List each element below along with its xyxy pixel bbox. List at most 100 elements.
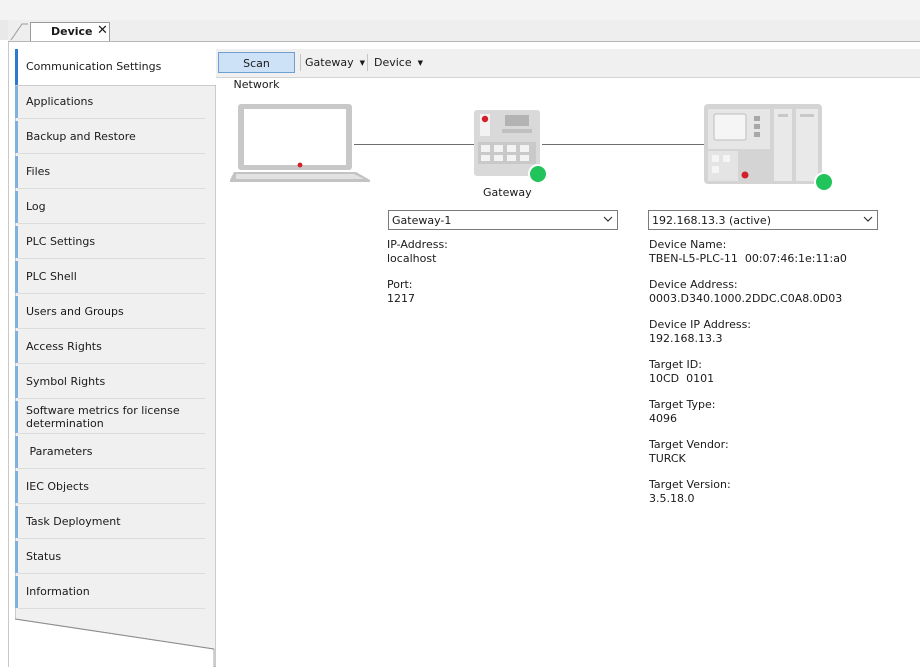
sidebar-item-separator <box>18 573 205 574</box>
caret-down-icon: ▼ <box>417 59 424 67</box>
caret-down-icon: ▼ <box>359 59 365 67</box>
sidebar-item-indicator <box>15 121 18 153</box>
sidebar-item-label: Information <box>26 585 90 598</box>
sidebar-item-indicator <box>15 86 18 118</box>
device-field-value: 4096 <box>649 412 677 425</box>
device-field-label: Target ID: <box>649 358 702 371</box>
sidebar-item-separator <box>18 363 205 364</box>
device-field-value: 10CD 0101 <box>649 372 715 385</box>
device-select-value: 192.168.13.3 (active) <box>652 214 771 227</box>
sidebar-item[interactable]: Symbol Rights <box>15 365 205 399</box>
sidebar-item[interactable]: Parameters <box>15 435 205 469</box>
sidebar-item-label: PLC Settings <box>26 235 96 248</box>
sidebar-item-label: Symbol Rights <box>26 375 106 388</box>
device-menu-button[interactable]: Device ▼ <box>374 52 423 73</box>
device-field-label: Target Vendor: <box>649 438 729 451</box>
link-line-pc-gateway <box>354 144 476 145</box>
window-top-strip <box>0 0 920 21</box>
toolbar: Scan Network Gateway ▼ Device ▼ <box>216 49 920 91</box>
gateway-ip-value: localhost <box>387 252 437 265</box>
sidebar-item-label: Task Deployment <box>26 515 121 528</box>
tab-title: Device <box>51 25 93 38</box>
sidebar-item[interactable]: Communication Settings <box>15 49 216 85</box>
tab-device[interactable]: Device ✕ <box>30 22 110 41</box>
gateway-port-label: Port: <box>387 278 413 291</box>
sidebar-item-label: Access Rights <box>26 340 102 353</box>
sidebar-item-indicator <box>15 261 18 293</box>
gateway-menu-label: Gateway <box>305 56 354 69</box>
toolbar-separator <box>367 54 368 71</box>
sidebar-item-indicator <box>15 49 18 85</box>
tab-overflow-notch <box>10 23 28 41</box>
gateway-ip-label: IP-Address: <box>387 238 448 251</box>
gateway-select-value: Gateway-1 <box>392 214 452 227</box>
sidebar-item-separator <box>18 608 205 609</box>
sidebar-item-separator <box>18 328 205 329</box>
sidebar-item-indicator <box>15 191 18 223</box>
link-line-gateway-device <box>542 144 705 145</box>
sidebar-item-separator <box>18 153 205 154</box>
toolbar-separator <box>300 54 301 71</box>
close-icon[interactable]: ✕ <box>97 24 108 38</box>
sidebar-item-indicator <box>15 506 18 538</box>
sidebar-item[interactable]: IEC Objects <box>15 470 205 504</box>
sidebar-item-label: Files <box>26 165 51 178</box>
sidebar-item[interactable]: Access Rights <box>15 330 205 364</box>
plc-device-icon <box>704 104 834 192</box>
device-field-value: 3.5.18.0 <box>649 492 695 505</box>
device-field-label: Target Type: <box>649 398 716 411</box>
sidebar-item-indicator <box>15 541 18 573</box>
chevron-down-icon <box>863 216 873 222</box>
scan-network-button[interactable]: Scan Network <box>218 52 295 91</box>
sidebar-item-label: Applications <box>26 95 94 108</box>
sidebar-item[interactable]: Files <box>15 155 205 189</box>
gateway-select[interactable]: Gateway-1 <box>388 210 618 230</box>
sidebar-item-label: Parameters <box>26 445 93 458</box>
sidebar-item-label: PLC Shell <box>26 270 77 283</box>
sidebar-item-separator <box>18 468 205 469</box>
sidebar-item[interactable]: Applications <box>15 85 205 119</box>
sidebar-item-label: Status <box>26 550 62 563</box>
sidebar-item-separator <box>18 538 205 539</box>
sidebar-item[interactable]: Status <box>15 540 205 574</box>
network-diagram: Gateway Gateway-1 IP-Address: localhost … <box>216 78 920 667</box>
sidebar-item-separator <box>18 118 205 119</box>
sidebar-item-label: Communication Settings <box>26 60 162 73</box>
sidebar-item-label: Backup and Restore <box>26 130 136 143</box>
sidebar-item-indicator <box>15 156 18 188</box>
device-field-label: Device Name: <box>649 238 727 251</box>
device-field-value: TBEN-L5-PLC-11 00:07:46:1e:11:a0 <box>649 252 847 265</box>
gateway-device-icon <box>474 110 548 184</box>
sidebar-item[interactable]: Backup and Restore <box>15 120 205 154</box>
sidebar-item-label: Log <box>26 200 46 213</box>
sidebar-item-separator <box>18 398 205 399</box>
device-field-value: 192.168.13.3 <box>649 332 723 345</box>
gateway-port-value: 1217 <box>387 292 415 305</box>
sidebar-item-separator <box>18 433 205 434</box>
gateway-menu-button[interactable]: Gateway ▼ <box>305 52 365 73</box>
sidebar-item-separator <box>18 188 205 189</box>
sidebar-item[interactable]: Users and Groups <box>15 295 205 329</box>
sidebar-item-separator <box>18 258 205 259</box>
device-editor-sidebar: Communication Settings Applications Backup… <box>15 49 216 667</box>
sidebar-item-label: Users and Groups <box>26 305 124 318</box>
device-field-value: 0003.D340.1000.2DDC.C0A8.0D03 <box>649 292 843 305</box>
chevron-down-icon <box>603 216 613 222</box>
sidebar-item-separator <box>18 223 205 224</box>
device-field-label: Device Address: <box>649 278 738 291</box>
device-field-value: TURCK <box>649 452 686 465</box>
sidebar-item[interactable]: PLC Settings <box>15 225 205 259</box>
device-field-label: Target Version: <box>649 478 731 491</box>
device-select[interactable]: 192.168.13.3 (active) <box>648 210 878 230</box>
gateway-caption: Gateway <box>483 186 532 199</box>
device-field-label: Device IP Address: <box>649 318 752 331</box>
sidebar-item[interactable]: PLC Shell <box>15 260 205 294</box>
sidebar-item[interactable]: Information <box>15 575 205 609</box>
editor-tab-bar <box>8 20 920 42</box>
sidebar-item-label: IEC Objects <box>26 480 89 493</box>
sidebar-item[interactable]: Task Deployment <box>15 505 205 539</box>
sidebar-item[interactable]: Log <box>15 190 205 224</box>
sidebar-item[interactable]: Software metrics for license determinati… <box>15 400 205 434</box>
sidebar-item-separator <box>18 503 205 504</box>
sidebar-item-indicator <box>15 471 18 503</box>
